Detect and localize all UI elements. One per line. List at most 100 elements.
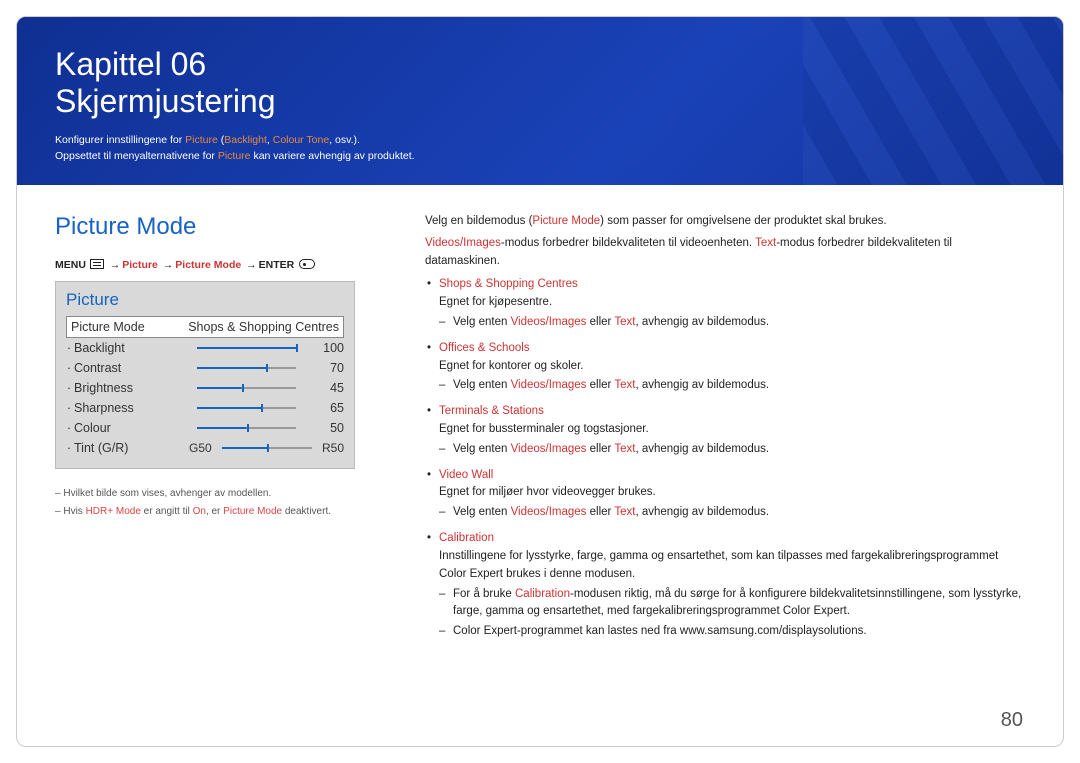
osd-row-value: 100: [304, 341, 344, 355]
mode-item-line: Egnet for kjøpesentre.: [439, 296, 552, 308]
osd-row-value: 50: [304, 421, 344, 435]
hero-description: Konfigurer innstillingene for Picture (B…: [55, 133, 1025, 165]
fn2-mid: er angitt til: [141, 506, 193, 517]
right-p2: Videos/Images-modus forbedrer bildekvali…: [425, 235, 1025, 271]
left-column: Picture Mode MENU →Picture →Picture Mode…: [55, 213, 385, 649]
p1-pm: Picture Mode: [532, 215, 600, 227]
mode-list: Shops & Shopping Centres Egnet for kjøpes…: [425, 276, 1025, 641]
hero-desc1-pre: Konfigurer innstillingene for: [55, 134, 185, 146]
mode-item-line: Egnet for miljøer hvor videovegger bruke…: [439, 486, 656, 498]
page-number: 80: [1001, 709, 1023, 732]
osd-row-slider: [197, 407, 296, 409]
p1-pre: Velg en bildemodus (: [425, 215, 532, 227]
chapter-title: Skjermjustering: [55, 84, 1025, 119]
osd-row: ·Sharpness 65: [66, 398, 344, 418]
mode-item-sub: Velg enten Videos/Images eller Text, avh…: [439, 377, 1025, 395]
osd-tint-left: G50: [189, 441, 212, 455]
osd-selected-value: Shops & Shopping Centres: [181, 320, 339, 334]
path-picture: Picture: [122, 259, 158, 271]
dot-icon: ·: [66, 401, 72, 415]
calibration-sub2: Color Expert-programmet kan lastes ned f…: [439, 623, 1025, 641]
osd-selected-label: Picture Mode: [71, 320, 181, 334]
mode-item-sub: Velg enten Videos/Images eller Text, avh…: [439, 441, 1025, 459]
osd-row-label: Brightness: [74, 381, 189, 395]
mode-item-title: Offices & Schools: [439, 342, 530, 354]
osd-row-picture-mode: Picture Mode Shops & Shopping Centres: [66, 316, 344, 338]
osd-row: ·Colour 50: [66, 418, 344, 438]
mode-item: Video Wall Egnet for miljøer hvor videove…: [425, 467, 1025, 522]
mode-item-title: Terminals & Stations: [439, 405, 544, 417]
osd-row: ·Contrast 70: [66, 358, 344, 378]
hero-desc2-pic: Picture: [218, 150, 251, 162]
arrow-icon: →: [246, 259, 257, 271]
arrow-icon: →: [110, 259, 121, 271]
hero-desc1-pic: Picture: [185, 134, 218, 146]
enter-label: ENTER: [259, 259, 295, 271]
fn2-pm: Picture Mode: [223, 506, 282, 517]
mode-item-line: Innstillingene for lysstyrke, farge, gam…: [439, 550, 998, 580]
osd-row-slider: [197, 387, 296, 389]
footnote-1: Hvilket bilde som vises, avhenger av mod…: [55, 485, 385, 503]
osd-row-tint: · Tint (G/R) G50 R50: [66, 438, 344, 458]
p2-tx: Text: [755, 237, 776, 249]
mode-item-line: Egnet for bussterminaler og togstasjoner…: [439, 423, 649, 435]
osd-row-value: 70: [304, 361, 344, 375]
p2-vi: Videos/Images: [425, 237, 501, 249]
page-frame: Kapittel 06 Skjermjustering Konfigurer i…: [16, 16, 1064, 747]
mode-item-title: Calibration: [439, 532, 494, 544]
hero-desc1-ct: Colour Tone: [273, 134, 329, 146]
dot-icon: ·: [66, 381, 72, 395]
dot-icon: ·: [66, 421, 72, 435]
p1-end: ) som passer for omgivelsene der produkt…: [600, 215, 886, 227]
p2-mid: -modus forbedrer bildekvaliteten til vid…: [501, 237, 755, 249]
hero-desc2-end: kan variere avhengig av produktet.: [251, 150, 415, 162]
mode-item: Shops & Shopping Centres Egnet for kjøpes…: [425, 276, 1025, 331]
hero-desc2-pre: Oppsettet til menyalternativene for: [55, 150, 218, 162]
fn2-on: On: [193, 506, 206, 517]
section-title: Picture Mode: [55, 213, 385, 241]
footnotes: Hvilket bilde som vises, avhenger av mod…: [55, 485, 385, 521]
fn2-hdr: HDR+ Mode: [86, 506, 141, 517]
osd-row-label: Sharpness: [74, 401, 189, 415]
menu-label: MENU: [55, 259, 86, 271]
fn2-pre: Hvis: [63, 506, 85, 517]
right-p1: Velg en bildemodus (Picture Mode) som pa…: [425, 213, 1025, 231]
hero-banner: Kapittel 06 Skjermjustering Konfigurer i…: [17, 17, 1063, 185]
dot-icon: ·: [66, 341, 72, 355]
osd-row-slider: [197, 367, 296, 369]
osd-title: Picture: [66, 290, 344, 310]
mode-item-title: Video Wall: [439, 469, 493, 481]
osd-tint-right: R50: [322, 441, 344, 455]
mode-item-sub: Velg enten Videos/Images eller Text, avh…: [439, 504, 1025, 522]
osd-row-slider: [197, 427, 296, 429]
fn2-mid2: , er: [206, 506, 223, 517]
osd-tint-slider: [222, 447, 312, 449]
mode-item-title: Shops & Shopping Centres: [439, 278, 578, 290]
right-column: Velg en bildemodus (Picture Mode) som pa…: [425, 213, 1025, 649]
hero-desc1-end: , osv.).: [329, 134, 360, 146]
menu-grid-icon: [90, 259, 104, 269]
calibration-sub1: For å bruke Calibration-modusen riktig, …: [439, 586, 1025, 622]
osd-row: ·Backlight 100: [66, 338, 344, 358]
dot-icon: ·: [66, 441, 72, 455]
osd-row-label: Backlight: [74, 341, 189, 355]
osd-row-value: 65: [304, 401, 344, 415]
mode-item-calibration: Calibration Innstillingene for lysstyrke,…: [425, 530, 1025, 641]
footnote-2: Hvis HDR+ Mode er angitt til On, er Pict…: [55, 503, 385, 521]
chapter-label: Kapittel 06: [55, 47, 1025, 82]
dot-icon: ·: [66, 361, 72, 375]
osd-row-value: 45: [304, 381, 344, 395]
arrow-icon: →: [163, 259, 174, 271]
osd-tint-label: Tint (G/R): [74, 441, 189, 455]
menu-path: MENU →Picture →Picture Mode →ENTER: [55, 259, 385, 271]
body-area: Picture Mode MENU →Picture →Picture Mode…: [17, 185, 1063, 669]
mode-item-line: Egnet for kontorer og skoler.: [439, 360, 583, 372]
osd-preview: Picture Picture Mode Shops & Shopping Ce…: [55, 281, 355, 469]
mode-item: Offices & Schools Egnet for kontorer og s…: [425, 340, 1025, 395]
mode-item-sub: Velg enten Videos/Images eller Text, avh…: [439, 314, 1025, 332]
enter-icon: [299, 259, 315, 269]
osd-row-label: Contrast: [74, 361, 189, 375]
fn2-end: deaktivert.: [282, 506, 331, 517]
osd-row-label: Colour: [74, 421, 189, 435]
osd-row-slider: [197, 347, 296, 349]
